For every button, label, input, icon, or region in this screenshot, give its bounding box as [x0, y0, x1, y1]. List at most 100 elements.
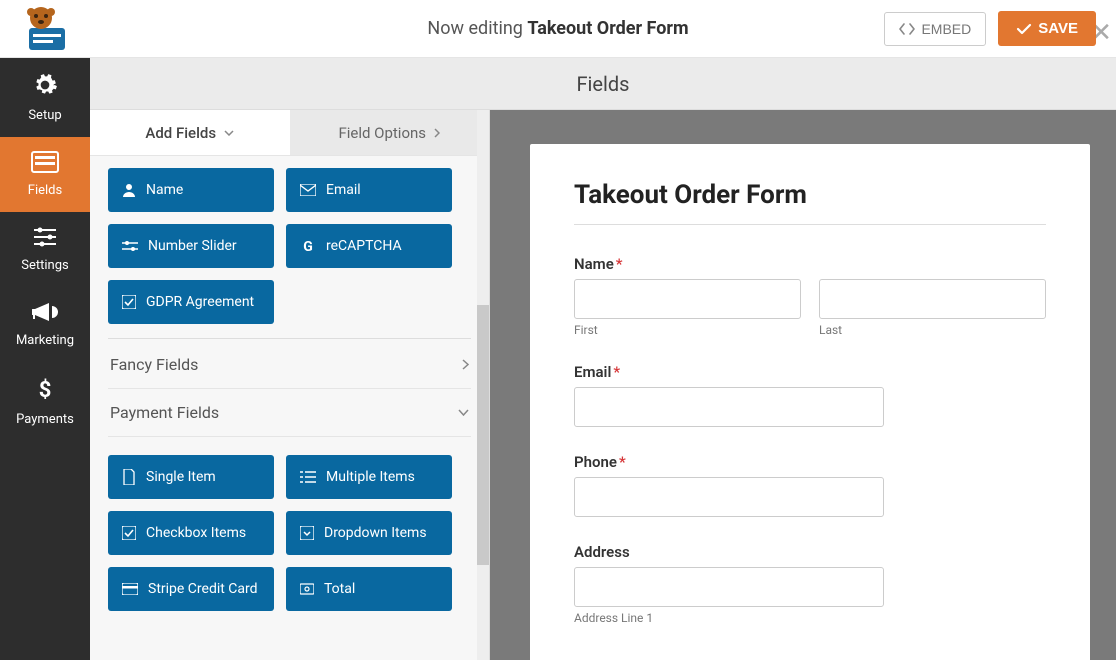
field-label: GDPR Agreement	[146, 294, 254, 310]
field-number-slider[interactable]: Number Slider	[108, 224, 274, 268]
credit-card-icon	[122, 583, 138, 595]
field-label: Email	[326, 182, 361, 198]
field-single-item[interactable]: Single Item	[108, 455, 274, 499]
save-button[interactable]: SAVE	[998, 11, 1096, 46]
form-card[interactable]: Takeout Order Form Name* First Last Emai…	[530, 144, 1090, 660]
sliders-icon	[122, 240, 138, 252]
google-icon: G	[300, 238, 316, 254]
field-email[interactable]: Email	[286, 168, 452, 212]
panel-tabs: Add Fields Field Options	[90, 110, 489, 156]
top-bar: Now editing Takeout Order Form EMBED SAV…	[0, 0, 1116, 58]
section-label: Payment Fields	[110, 403, 219, 422]
editing-form-name: Takeout Order Form	[527, 18, 688, 39]
bullhorn-icon	[32, 301, 58, 323]
gear-icon	[32, 72, 58, 98]
field-gdpr[interactable]: GDPR Agreement	[108, 280, 274, 324]
field-phone-preview[interactable]: Phone*	[574, 453, 1046, 517]
field-label: Multiple Items	[326, 469, 415, 485]
tab-add-fields[interactable]: Add Fields	[90, 110, 290, 155]
name-label: Name*	[574, 255, 1046, 273]
sidebar-item-payments[interactable]: $ Payments	[0, 362, 90, 441]
user-icon	[122, 183, 136, 197]
tab-field-options[interactable]: Field Options	[290, 110, 490, 155]
money-icon	[300, 582, 314, 596]
sidebar-item-marketing[interactable]: Marketing	[0, 287, 90, 362]
top-actions: EMBED SAVE	[884, 11, 1116, 46]
phone-input[interactable]	[574, 477, 884, 517]
email-label: Email*	[574, 363, 1046, 381]
section-payment-fields[interactable]: Payment Fields	[108, 389, 471, 437]
panel-body: Name Email Number Slider G reCAPTCHA GDP…	[90, 156, 489, 660]
field-dropdown-items[interactable]: Dropdown Items	[286, 511, 452, 555]
code-icon	[899, 23, 915, 35]
panel-scrollbar[interactable]	[477, 110, 489, 660]
field-address-preview[interactable]: Address Address Line 1	[574, 543, 1046, 625]
sidebar-label: Settings	[21, 258, 68, 273]
section-label: Fancy Fields	[110, 355, 198, 374]
address-input[interactable]	[574, 567, 884, 607]
chevron-down-icon	[458, 409, 469, 416]
field-label: Stripe Credit Card	[148, 581, 258, 597]
fields-icon	[31, 151, 59, 173]
scrollbar-thumb[interactable]	[477, 305, 489, 565]
sidebar-item-setup[interactable]: Setup	[0, 58, 90, 137]
check-icon	[1016, 23, 1032, 35]
sidebar-item-fields[interactable]: Fields	[0, 137, 90, 212]
field-multiple-items[interactable]: Multiple Items	[286, 455, 452, 499]
field-stripe-card[interactable]: Stripe Credit Card	[108, 567, 274, 611]
chevron-right-icon	[434, 128, 440, 138]
field-recaptcha[interactable]: G reCAPTCHA	[286, 224, 452, 268]
embed-label: EMBED	[921, 21, 971, 37]
last-name-input[interactable]	[819, 279, 1046, 319]
wpforms-logo-icon	[17, 6, 73, 52]
sidebar-item-settings[interactable]: Settings	[0, 212, 90, 287]
chevron-down-icon	[224, 130, 234, 136]
editing-prefix: Now editing	[427, 18, 527, 39]
field-label: Single Item	[146, 469, 216, 485]
file-icon	[122, 469, 136, 485]
embed-button[interactable]: EMBED	[884, 12, 986, 46]
sliders-icon	[32, 226, 58, 248]
address-label: Address	[574, 543, 1046, 561]
caret-square-icon	[300, 526, 314, 540]
first-sublabel: First	[574, 323, 801, 337]
fields-panel: Add Fields Field Options Name Email Numb…	[90, 110, 490, 660]
last-sublabel: Last	[819, 323, 1046, 337]
field-total[interactable]: Total	[286, 567, 452, 611]
section-fancy-fields[interactable]: Fancy Fields	[108, 341, 471, 389]
phone-label: Phone*	[574, 453, 1046, 471]
checkbox-icon	[122, 295, 136, 309]
field-label: Name	[146, 182, 183, 198]
address-sublabel: Address Line 1	[574, 611, 1046, 625]
dollar-icon: $	[36, 376, 54, 402]
payment-fields-grid: Single Item Multiple Items Checkbox Item…	[108, 455, 471, 611]
list-icon	[300, 471, 316, 483]
standard-fields-grid: Name Email Number Slider G reCAPTCHA GDP…	[108, 168, 471, 324]
tab-label: Field Options	[338, 124, 426, 142]
checkbox-icon	[122, 526, 136, 540]
form-title: Takeout Order Form	[574, 180, 1046, 210]
first-name-input[interactable]	[574, 279, 801, 319]
field-checkbox-items[interactable]: Checkbox Items	[108, 511, 274, 555]
field-name-preview[interactable]: Name* First Last	[574, 255, 1046, 337]
save-label: SAVE	[1038, 20, 1078, 37]
field-label: Total	[324, 581, 355, 597]
chevron-right-icon	[462, 359, 469, 370]
sidebar-label: Fields	[28, 183, 62, 198]
field-email-preview[interactable]: Email*	[574, 363, 1046, 427]
left-sidebar: Setup Fields Settings Marketing $ Paymen…	[0, 58, 90, 660]
svg-text:G: G	[303, 239, 313, 254]
sidebar-label: Payments	[16, 412, 74, 427]
field-label: reCAPTCHA	[326, 238, 402, 254]
sidebar-label: Marketing	[16, 333, 74, 348]
field-label: Dropdown Items	[324, 525, 427, 541]
field-label: Number Slider	[148, 238, 237, 254]
form-preview-area: Takeout Order Form Name* First Last Emai…	[490, 110, 1116, 660]
field-label: Checkbox Items	[146, 525, 246, 541]
panel-title: Fields	[90, 58, 1116, 110]
svg-text:$: $	[39, 378, 52, 402]
field-name[interactable]: Name	[108, 168, 274, 212]
email-input[interactable]	[574, 387, 884, 427]
sidebar-label: Setup	[28, 108, 61, 123]
app-logo	[0, 6, 90, 52]
